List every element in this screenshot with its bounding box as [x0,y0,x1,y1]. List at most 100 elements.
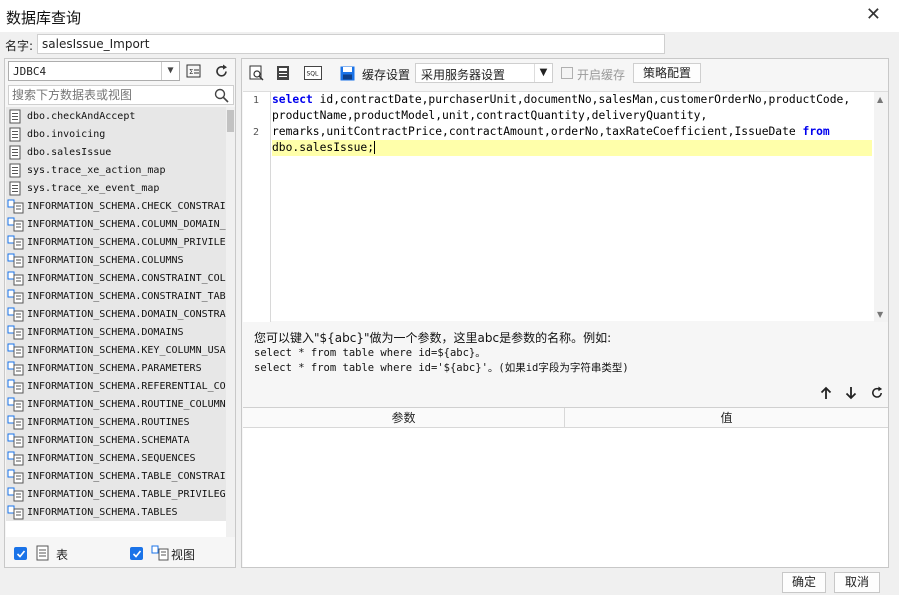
export-button[interactable] [274,64,292,82]
enable-cache-label: 开启缓存 [577,68,626,82]
dialog-scrollbar[interactable] [890,58,899,568]
view-icon [6,234,24,250]
table-icon [36,545,49,561]
tree-item[interactable]: INFORMATION_SCHEMA.CHECK_CONSTRAI [6,197,226,215]
tree-scrollbar[interactable] [226,107,235,537]
query-panel: SQL 缓存设置 采用服务器设置 ▼ 开启缓存 策略配置 1 2 select … [241,58,889,568]
tree-item-label: INFORMATION_SCHEMA.CHECK_CONSTRAI [27,200,226,212]
tree-item[interactable]: dbo.salesIssue [6,143,226,161]
tree-item[interactable]: INFORMATION_SCHEMA.TABLES [6,503,226,521]
view-icon [6,324,24,340]
line-number: 1 [253,95,260,106]
tree-item-label: dbo.salesIssue [27,146,112,158]
tree-item-label: INFORMATION_SCHEMA.SCHEMATA [27,434,190,446]
column-header-param[interactable]: 参数 [243,408,565,428]
enable-cache-checkbox[interactable] [561,67,573,79]
parameter-table: 参数 值 [243,407,888,567]
tree-item-label: INFORMATION_SCHEMA.CONSTRAINT_TAB [27,290,226,302]
chevron-down-icon[interactable]: ▼ [534,64,552,82]
view-icon [6,414,24,430]
sql-button[interactable]: SQL [304,64,322,82]
tree-item[interactable]: INFORMATION_SCHEMA.COLUMNS [6,251,226,269]
sql-editor[interactable]: 1 2 select id,contractDate,purchaserUnit… [243,91,888,322]
name-label: 名字: [5,39,34,53]
column-header-value[interactable]: 值 [565,408,888,428]
sql-edit-icon: Σ [186,64,201,77]
tree-item-label: dbo.checkAndAccept [27,110,136,122]
save-icon [340,66,354,80]
refresh-icon [215,64,227,77]
tree-item[interactable]: INFORMATION_SCHEMA.SCHEMATA [6,431,226,449]
filter-view-label: 视图 [171,548,196,562]
view-icon [6,216,24,232]
cache-settings-icon[interactable] [338,64,356,82]
tree-item[interactable]: sys.trace_xe_event_map [6,179,226,197]
tree-scrollbar-thumb[interactable] [227,110,234,132]
tree-item-label: INFORMATION_SCHEMA.ROUTINES [27,416,190,428]
tree-item[interactable]: dbo.checkAndAccept [6,107,226,125]
cancel-button[interactable]: 取消 [834,572,880,593]
code-line-2: remarks,unitContractPrice,contractAmount… [272,124,872,140]
tree-item[interactable]: INFORMATION_SCHEMA.PARAMETERS [6,359,226,377]
editor-scrollbar[interactable]: ▲ ▼ [874,92,888,322]
name-input[interactable] [37,34,665,54]
tree-item-label: INFORMATION_SCHEMA.TABLE_CONSTRAI [27,470,226,482]
view-icon [6,252,24,268]
tree-item[interactable]: INFORMATION_SCHEMA.DOMAIN_CONSTRA [6,305,226,323]
cache-mode-select[interactable]: 采用服务器设置 ▼ [415,63,553,83]
tree-item[interactable]: INFORMATION_SCHEMA.KEY_COLUMN_USA [6,341,226,359]
tree-item-label: sys.trace_xe_event_map [27,182,160,194]
filter-table-checkbox[interactable] [14,547,27,560]
tree-item[interactable]: INFORMATION_SCHEMA.ROUTINES [6,413,226,431]
scroll-down-icon[interactable]: ▼ [877,310,883,319]
refresh-params-button[interactable] [869,385,885,401]
search-input[interactable] [9,86,209,104]
policy-config-button[interactable]: 策略配置 [633,63,701,83]
chevron-down-icon[interactable]: ▼ [161,62,179,80]
tree-item-label: dbo.invoicing [27,128,106,140]
view-icon [6,432,24,448]
search-box [8,85,234,105]
tree-item[interactable]: INFORMATION_SCHEMA.REFERENTIAL_CO [6,377,226,395]
sql-edit-button[interactable]: Σ [183,61,205,81]
filter-table-label: 表 [56,548,69,562]
line-gutter: 1 2 [243,92,271,322]
view-icon [6,450,24,466]
hint-line-1: 您可以键入"${abc}"做为一个参数，这里abc是参数的名称。例如: [254,331,612,345]
view-icon [6,486,24,502]
move-down-button[interactable] [843,385,859,401]
search-icon[interactable] [214,88,229,103]
close-icon[interactable]: ✕ [866,5,881,25]
tree-item[interactable]: INFORMATION_SCHEMA.DOMAINS [6,323,226,341]
sql-code[interactable]: select id,contractDate,purchaserUnit,doc… [272,92,872,156]
connection-select[interactable]: JDBC4 ▼ [8,61,180,81]
tree-item-label: INFORMATION_SCHEMA.KEY_COLUMN_USA [27,344,226,356]
tree-item-label: INFORMATION_SCHEMA.CONSTRAINT_COL [27,272,226,284]
code-text: remarks,unitContractPrice,contractAmount… [272,125,803,138]
move-up-button[interactable] [818,385,834,401]
preview-button[interactable] [248,64,266,82]
view-icon [6,378,24,394]
tree-item[interactable]: INFORMATION_SCHEMA.CONSTRAINT_COL [6,269,226,287]
refresh-button[interactable] [210,61,232,81]
table-icon [6,108,24,124]
preview-icon [249,65,264,81]
tree-item[interactable]: INFORMATION_SCHEMA.SEQUENCES [6,449,226,467]
view-icon [6,288,24,304]
tree-item-label: INFORMATION_SCHEMA.TABLES [27,506,178,518]
filter-view-checkbox[interactable] [130,547,143,560]
ok-button[interactable]: 确定 [782,572,826,593]
tree-item[interactable]: INFORMATION_SCHEMA.CONSTRAINT_TAB [6,287,226,305]
tree-item[interactable]: dbo.invoicing [6,125,226,143]
code-line-1: select id,contractDate,purchaserUnit,doc… [272,92,872,108]
tree-item[interactable]: INFORMATION_SCHEMA.COLUMN_DOMAIN_ [6,215,226,233]
hint-line-3: select * from table where id='${abc}'。(如… [254,362,629,374]
scroll-up-icon[interactable]: ▲ [877,95,883,104]
tree-item[interactable]: INFORMATION_SCHEMA.ROUTINE_COLUMN [6,395,226,413]
tree-item[interactable]: sys.trace_xe_action_map [6,161,226,179]
code-line-1-wrap: productName,productModel,unit,contractQu… [272,109,708,122]
parameter-hint: 您可以键入"${abc}"做为一个参数，这里abc是参数的名称。例如: sele… [254,331,629,376]
tree-item[interactable]: INFORMATION_SCHEMA.TABLE_PRIVILEG [6,485,226,503]
tree-item[interactable]: INFORMATION_SCHEMA.COLUMN_PRIVILE [6,233,226,251]
tree-item[interactable]: INFORMATION_SCHEMA.TABLE_CONSTRAI [6,467,226,485]
